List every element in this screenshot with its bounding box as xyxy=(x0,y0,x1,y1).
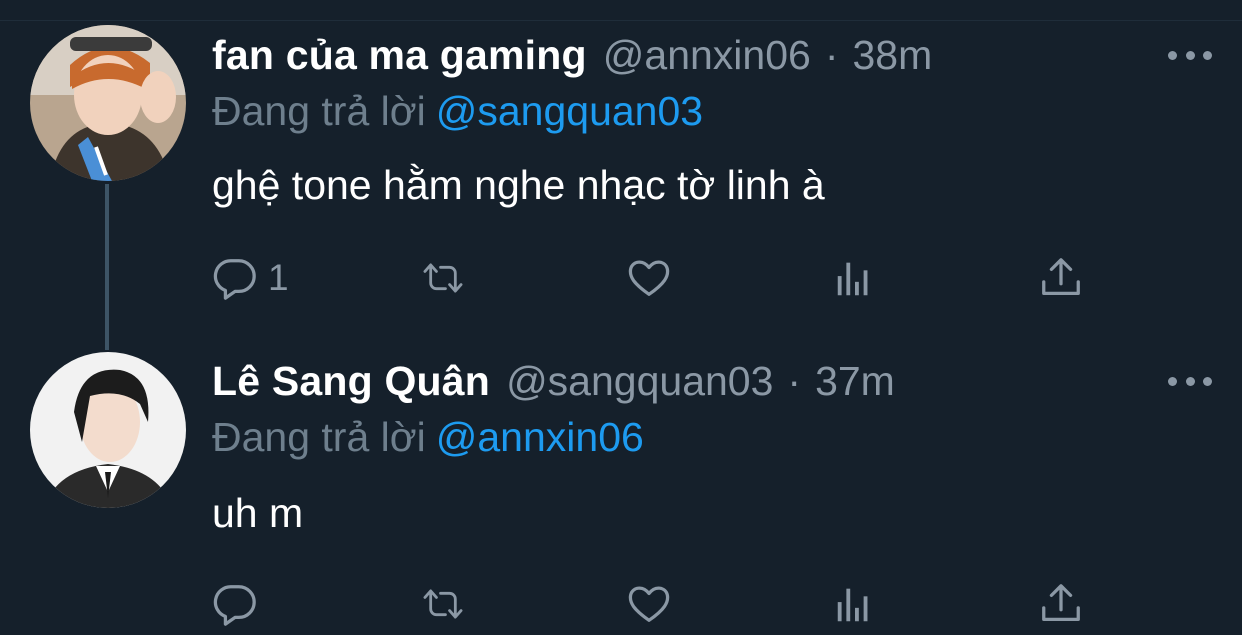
tweet-text: uh m xyxy=(212,490,304,536)
user-handle[interactable]: @sangquan03 xyxy=(506,358,773,405)
display-name[interactable]: fan của ma gaming xyxy=(212,32,587,79)
heart-icon xyxy=(628,586,670,622)
more-options-icon[interactable] xyxy=(1168,40,1212,70)
reply-button[interactable]: 1 xyxy=(212,254,289,302)
tweet[interactable]: fan của ma gaming @annxin06 · 38m Đang t… xyxy=(0,20,1242,350)
share-button[interactable] xyxy=(1038,254,1084,302)
retweet-icon xyxy=(423,263,463,293)
reply-count: 1 xyxy=(268,257,289,298)
retweet-button[interactable] xyxy=(420,254,466,302)
share-button[interactable] xyxy=(1038,580,1084,628)
analytics-button[interactable] xyxy=(832,580,878,628)
analytics-button[interactable] xyxy=(832,254,878,302)
reply-icon xyxy=(213,585,256,626)
timestamp[interactable]: 38m xyxy=(852,32,932,79)
tweet-text: ghệ tone hằm nghe nhạc tờ linh à xyxy=(212,162,825,208)
separator-dot: · xyxy=(787,357,802,404)
like-button[interactable] xyxy=(626,254,672,302)
replying-to: Đang trả lời @sangquan03 xyxy=(212,88,703,135)
avatar[interactable] xyxy=(30,352,186,508)
replying-to: Đang trả lời @annxin06 xyxy=(212,414,644,461)
more-options-icon[interactable] xyxy=(1168,366,1212,396)
replying-to-label: Đang trả lời xyxy=(212,88,426,134)
avatar-photo xyxy=(30,25,186,181)
analytics-icon xyxy=(837,262,868,296)
timestamp[interactable]: 37m xyxy=(815,358,895,405)
retweet-icon xyxy=(423,589,463,619)
tweet-thread: fan của ma gaming @annxin06 · 38m Đang t… xyxy=(0,0,1242,635)
tweet-actions: 1 xyxy=(0,246,1242,306)
user-handle[interactable]: @annxin06 xyxy=(603,32,811,79)
top-divider xyxy=(0,0,1242,21)
heart-icon xyxy=(628,260,670,296)
tweet-actions xyxy=(0,572,1242,632)
display-name[interactable]: Lê Sang Quân xyxy=(212,358,490,405)
avatar-photo xyxy=(30,352,186,508)
reply-button[interactable] xyxy=(212,580,268,628)
analytics-icon xyxy=(837,588,868,622)
share-icon xyxy=(1042,258,1080,295)
tweet-header: Lê Sang Quân @sangquan03 · 37m xyxy=(212,358,895,404)
reply-icon xyxy=(213,259,256,300)
mention-link[interactable]: @sangquan03 xyxy=(436,88,703,134)
tweet[interactable]: Lê Sang Quân @sangquan03 · 37m Đang trả … xyxy=(0,350,1242,635)
replying-to-label: Đang trả lời xyxy=(212,414,426,460)
separator-dot: · xyxy=(824,31,839,78)
mention-link[interactable]: @annxin06 xyxy=(436,414,644,460)
tweet-header: fan của ma gaming @annxin06 · 38m xyxy=(212,32,932,78)
avatar[interactable] xyxy=(30,25,186,181)
share-icon xyxy=(1042,584,1080,621)
like-button[interactable] xyxy=(626,580,672,628)
retweet-button[interactable] xyxy=(420,580,466,628)
